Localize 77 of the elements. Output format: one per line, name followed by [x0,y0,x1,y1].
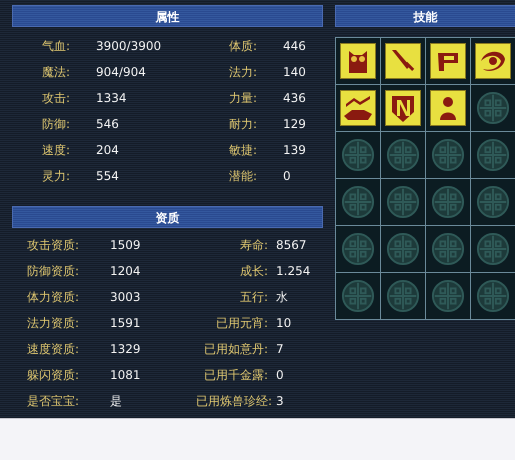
empty-slot-icon [386,232,420,266]
stat-value: 1334 [96,90,128,107]
stat-label: 潜能: [229,168,258,185]
stat-label: 速度资质: [27,341,80,358]
stat-label: 法力: [229,64,258,81]
stat-label: 防御: [42,116,72,133]
stat-label: 攻击: [42,90,72,107]
stat-label: 已用如意丹: [202,341,269,358]
empty-slot-icon [476,91,510,125]
stat-value: 3900/3900 [96,38,162,55]
empty-slot-icon [341,185,375,219]
stat-label: 速度: [42,142,72,159]
empty-slot-icon [431,138,465,172]
stat-label: 已用千金露: [202,367,269,384]
stat-label: 敏捷: [229,142,258,159]
empty-slot-icon [386,279,420,313]
empty-slot-icon [476,138,510,172]
shield-icon[interactable] [385,90,421,126]
stat-value: 0 [283,168,292,185]
stat-value: 1591 [110,315,142,332]
stat-label: 防御资质: [27,263,80,280]
empty-slot-icon [431,279,465,313]
stat-value: 1.254 [276,263,312,280]
stat-value: 554 [96,168,120,185]
stat-value: 7 [276,341,285,358]
stat-value: 204 [96,142,120,159]
eye-icon[interactable] [475,43,511,79]
stat-value: 3003 [110,289,142,306]
empty-slot-icon [476,232,510,266]
stat-value: 是 [110,393,123,410]
stat-value: 1329 [110,341,142,358]
empty-slot-icon [431,232,465,266]
stat-value: 436 [283,90,307,107]
stat-value: 546 [96,116,120,133]
stat-label: 成长: [238,263,269,280]
empty-slot-icon [476,185,510,219]
section-header: 资质 [12,206,323,228]
stat-label: 力量: [229,90,258,107]
stat-label: 寿命: [238,237,269,254]
empty-slot-icon [386,185,420,219]
stat-label: 耐力: [229,116,258,133]
stat-label: 魔法: [42,64,72,81]
stat-value: 0 [276,367,285,384]
stat-value: 3 [276,393,285,410]
stat-value: 1081 [110,367,142,384]
stat-label: 已用元宵: [214,315,269,332]
stat-label: 体质: [229,38,258,55]
stat-label: 五行: [238,289,269,306]
stat-label: 法力资质: [27,315,80,332]
stat-label: 体力资质: [27,289,80,306]
stat-value: 446 [283,38,307,55]
figure-icon[interactable] [430,90,466,126]
stat-label: 是否宝宝: [27,393,80,410]
stat-label: 攻击资质: [27,237,80,254]
stat-value: 140 [283,64,307,81]
stat-value: 10 [276,315,292,332]
sword-icon[interactable] [385,43,421,79]
empty-slot-icon [341,279,375,313]
stat-value: 1509 [110,237,142,254]
stat-label: 灵力: [42,168,72,185]
section-header: 技能 [335,5,515,27]
stat-label: 气血: [42,38,72,55]
stat-value: 904/904 [96,64,147,81]
stat-value: 水 [276,289,289,306]
stat-value: 1204 [110,263,142,280]
empty-slot-icon [431,185,465,219]
section-header: 属性 [12,5,323,27]
empty-slot-icon [386,138,420,172]
stat-value: 139 [283,142,307,159]
stat-label: 躲闪资质: [27,367,80,384]
empty-slot-icon [341,232,375,266]
stat-value: 8567 [276,237,308,254]
stat-label: 已用炼兽珍经: [196,393,274,410]
empty-slot-icon [341,138,375,172]
empty-slot-icon [476,279,510,313]
owl-icon[interactable] [340,43,376,79]
stat-value: 129 [283,116,307,133]
